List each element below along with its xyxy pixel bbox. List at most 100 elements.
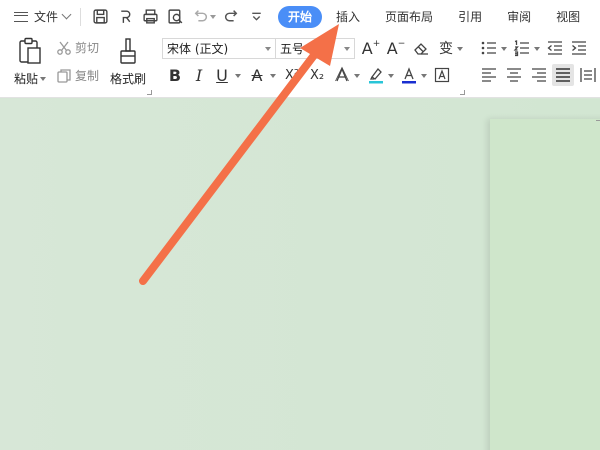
align-left-button[interactable]	[478, 64, 500, 86]
text-effects-dropdown-caret[interactable]	[354, 74, 360, 78]
increase-indent-button[interactable]	[568, 37, 590, 59]
format-painter-label: 格式刷	[109, 72, 146, 86]
paste-button[interactable]: 粘贴	[12, 37, 48, 87]
highlight-button[interactable]	[365, 64, 387, 86]
undo-button[interactable]	[189, 6, 211, 28]
grow-font-icon: A	[361, 38, 373, 58]
format-painter-button[interactable]: 格式刷	[107, 37, 149, 87]
text-effects-button[interactable]	[331, 64, 353, 86]
print-preview-icon	[167, 9, 182, 24]
align-center-button[interactable]	[503, 64, 525, 86]
document-canvas[interactable]	[0, 99, 600, 450]
export-pdf-button[interactable]	[114, 6, 136, 28]
tab-insert[interactable]: 插入	[325, 6, 371, 28]
decrease-indent-button[interactable]	[544, 37, 566, 59]
quick-access-more-button[interactable]	[245, 6, 267, 28]
superscript-icon: X²	[284, 67, 300, 83]
underline-icon: U	[216, 65, 228, 85]
printer-icon	[142, 9, 158, 24]
font-color-dropdown-caret[interactable]	[421, 74, 427, 78]
tab-page-layout[interactable]: 页面布局	[374, 6, 444, 28]
font-color-icon	[402, 67, 416, 84]
copy-button[interactable]: 复制	[56, 67, 99, 84]
subscript-icon: X₂	[309, 67, 325, 83]
chevron-down-icon	[344, 46, 350, 51]
eraser-icon	[414, 43, 428, 55]
numbering-dropdown-caret[interactable]	[534, 47, 540, 51]
save-icon	[92, 9, 108, 24]
character-border-icon	[434, 67, 450, 83]
undo-dropdown-caret[interactable]	[210, 14, 217, 19]
undo-icon	[194, 10, 207, 22]
pinyin-dropdown-caret[interactable]	[457, 47, 463, 51]
shrink-font-icon: A	[386, 38, 398, 58]
export-icon	[120, 10, 130, 23]
bold-button[interactable]: B	[164, 64, 186, 86]
paste-label: 粘贴	[13, 72, 38, 86]
cut-label: 剪切	[75, 41, 100, 55]
ribbon-tabs: 开始 插入 页面布局 引用 审阅 视图	[278, 0, 594, 33]
document-page[interactable]	[490, 119, 600, 450]
redo-icon	[224, 10, 237, 22]
font-size-value: 五号	[280, 42, 305, 56]
cut-button[interactable]: 剪切	[56, 39, 99, 56]
superscript-button[interactable]: X²	[281, 64, 303, 86]
tab-home[interactable]: 开始	[278, 5, 323, 28]
paste-dropdown-caret[interactable]	[40, 76, 46, 81]
clipboard-dialog-launcher[interactable]	[147, 90, 152, 95]
font-name-select[interactable]: 宋体 (正文)	[162, 38, 276, 59]
print-button[interactable]	[139, 6, 161, 28]
paintbrush-icon	[120, 38, 136, 64]
outdent-icon	[547, 41, 562, 55]
pinyin-guide-button[interactable]: 变	[435, 37, 457, 59]
menu-icon	[14, 11, 28, 22]
align-right-icon	[532, 68, 546, 82]
bold-icon: B	[168, 65, 182, 85]
strikethrough-dropdown-caret[interactable]	[270, 74, 276, 78]
tab-review[interactable]: 审阅	[496, 6, 542, 28]
tab-references[interactable]: 引用	[447, 6, 493, 28]
align-left-icon	[482, 68, 496, 82]
shrink-font-button[interactable]: A −	[385, 37, 407, 59]
file-menu-button[interactable]: 文件	[0, 0, 72, 33]
bullet-list-icon	[481, 41, 496, 55]
save-button[interactable]	[89, 6, 111, 28]
highlight-dropdown-caret[interactable]	[388, 74, 394, 78]
font-dialog-launcher[interactable]	[460, 90, 465, 95]
align-right-button[interactable]	[528, 64, 550, 86]
highlighter-icon	[369, 68, 383, 84]
font-size-select[interactable]: 五号	[275, 38, 355, 59]
grow-font-button[interactable]: A +	[360, 37, 382, 59]
clear-formatting-button[interactable]	[410, 37, 432, 59]
file-menu-label: 文件	[34, 10, 59, 24]
numbered-list-icon	[513, 40, 529, 57]
distributed-align-button[interactable]	[577, 64, 599, 86]
align-center-icon	[507, 68, 521, 82]
align-justify-icon	[556, 68, 570, 82]
numbering-button[interactable]	[511, 37, 533, 59]
justify-button[interactable]	[552, 64, 574, 86]
chevron-down-icon	[265, 46, 271, 51]
clipboard-icon	[19, 37, 41, 64]
font-color-button[interactable]	[398, 64, 420, 86]
copy-icon	[57, 68, 71, 83]
distributed-align-icon	[580, 68, 596, 82]
underline-button[interactable]: U	[211, 64, 233, 86]
character-border-button[interactable]	[431, 64, 453, 86]
italic-icon: I	[195, 65, 203, 85]
scissors-icon	[57, 41, 71, 55]
strikethrough-button[interactable]: A	[246, 64, 268, 86]
bullets-dropdown-caret[interactable]	[501, 47, 507, 51]
text-effects-icon	[335, 66, 349, 82]
subscript-button[interactable]: X₂	[306, 64, 328, 86]
italic-button[interactable]: I	[188, 64, 210, 86]
copy-label: 复制	[75, 69, 100, 83]
underline-dropdown-caret[interactable]	[235, 74, 241, 78]
redo-button[interactable]	[220, 6, 242, 28]
tab-view[interactable]: 视图	[545, 6, 591, 28]
menu-bar: 文件 开始 插入 页面布局 引用 审阅 视图	[0, 0, 600, 33]
print-preview-button[interactable]	[164, 6, 186, 28]
chevron-down-icon	[61, 9, 72, 20]
strikethrough-icon: A	[251, 65, 263, 85]
bullets-button[interactable]	[478, 37, 500, 59]
